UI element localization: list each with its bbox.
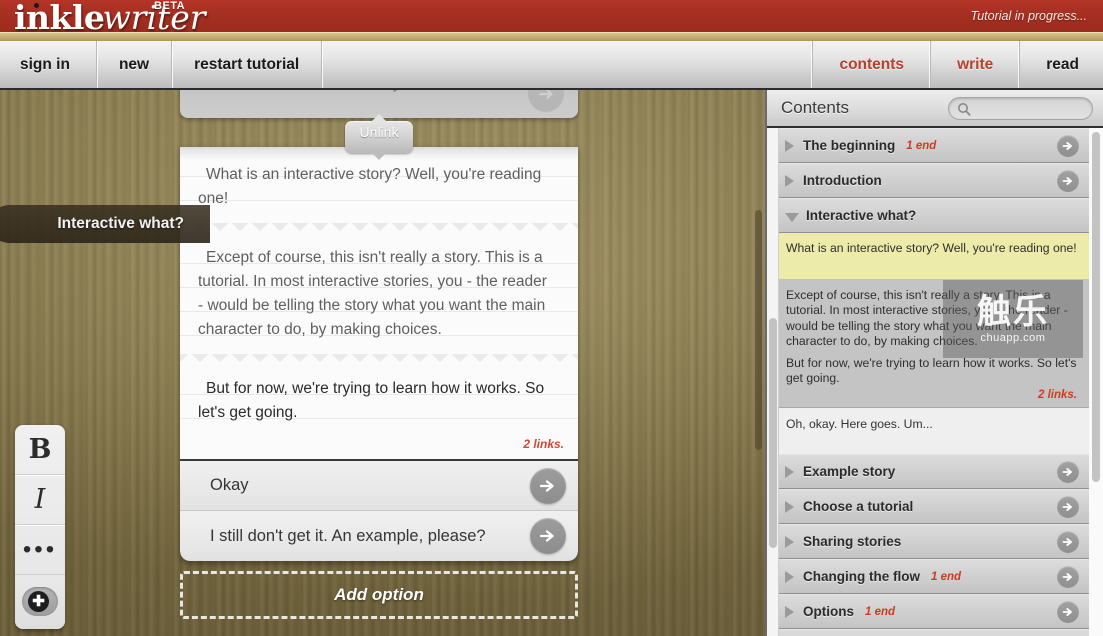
nav-write[interactable]: write	[930, 41, 1019, 88]
nav-sign-in[interactable]: sign in	[0, 41, 97, 88]
option-arrow-icon[interactable]	[530, 518, 566, 554]
contents-sidebar: Contents The beginning 1 end Introductio…	[765, 90, 1103, 636]
main-navbar: sign in new restart tutorial contents wr…	[0, 41, 1103, 90]
sidebar-item-label: Sharing stories	[803, 534, 902, 549]
sidebar-item-changing-the-flow[interactable]: Changing the flow 1 end	[775, 559, 1089, 594]
previous-card-text: What's an interactive story?	[208, 90, 410, 93]
paragraph-separator-1	[180, 223, 578, 236]
sidebar-item-choose-a-tutorial[interactable]: Choose a tutorial	[775, 489, 1089, 524]
nav-read[interactable]: read	[1019, 41, 1103, 88]
chevron-down-icon[interactable]	[785, 212, 799, 222]
story-paragraph-2[interactable]: Except of course, this isn't really a st…	[180, 236, 578, 354]
chevron-right-icon[interactable]	[785, 570, 794, 583]
sidebar-go-arrow-icon[interactable]	[1057, 169, 1079, 192]
sidebar-item-sharing-stories[interactable]: Sharing stories	[775, 524, 1089, 559]
sidebar-item-interactive-what[interactable]: Interactive what?	[775, 198, 1089, 233]
logo-beta-badge: BETA	[154, 0, 186, 12]
story-canvas: What's an interactive story? ➜ Unlink Wh…	[0, 90, 765, 636]
sidebar-item-end-badge: 1 end	[931, 570, 962, 583]
chevron-right-icon[interactable]	[785, 139, 794, 152]
canvas-scrollbar[interactable]	[753, 90, 765, 636]
add-toggle-button[interactable]: ✚	[15, 575, 65, 629]
story-paper-card[interactable]: What is an interactive story? Well, you'…	[180, 147, 578, 461]
sidebar-go-arrow-icon[interactable]	[1057, 460, 1079, 483]
sidebar-item-label: Options	[803, 604, 854, 619]
option-arrow-icon[interactable]	[530, 467, 566, 504]
chevron-right-icon[interactable]	[785, 605, 794, 618]
nav-restart-tutorial[interactable]: restart tutorial	[172, 41, 323, 88]
navbar-right-group: contents write read	[812, 41, 1103, 88]
option-list: Okay I still don't get it. An example, p…	[180, 461, 578, 561]
unlink-container: Unlink	[180, 114, 578, 160]
unlink-button[interactable]: Unlink	[344, 114, 414, 160]
sidebar-go-arrow-icon[interactable]	[1057, 134, 1079, 157]
story-paragraph-1[interactable]: What is an interactive story? Well, you'…	[180, 149, 578, 223]
sidebar-expanded-body-1[interactable]: Except of course, this isn't really a st…	[775, 279, 1089, 352]
sidebar-left-scrollbar-thumb[interactable]	[769, 318, 777, 548]
logo-dot	[34, 3, 39, 8]
sidebar-go-arrow-icon[interactable]	[1057, 495, 1079, 518]
sidebar-expanded-next-node[interactable]: Oh, okay. Here goes. Um...	[775, 406, 1089, 454]
sidebar-search[interactable]	[948, 96, 1093, 120]
add-option-button[interactable]: Add option	[180, 571, 578, 619]
sidebar-contents-list: The beginning 1 end Introduction Interac…	[775, 128, 1089, 636]
sidebar-item-label: Example story	[803, 464, 896, 479]
add-toggle-track: ✚	[22, 587, 58, 616]
sidebar-item-options[interactable]: Options 1 end	[775, 594, 1089, 629]
previous-card-arrow-icon: ➜	[528, 90, 564, 112]
sidebar-right-scrollbar[interactable]	[1089, 128, 1103, 636]
option-row[interactable]: Okay	[180, 461, 578, 511]
search-input[interactable]	[975, 99, 1084, 117]
app-header: inkle writer BETA Tutorial in progress...	[0, 0, 1103, 41]
sidebar-item-label: Interactive what?	[806, 208, 917, 223]
option-label: I still don't get it. An example, please…	[210, 526, 486, 545]
sidebar-item-end-badge: 1 end	[906, 139, 937, 152]
option-label: Okay	[210, 476, 249, 494]
format-toolbar: B I ••• ✚	[15, 425, 65, 629]
sidebar-item-the-contents-list[interactable]: The Contents List	[775, 629, 1089, 636]
sidebar-item-label: The beginning	[803, 138, 896, 153]
tutorial-status-text: Tutorial in progress...	[970, 9, 1087, 23]
sidebar-go-arrow-icon[interactable]	[1057, 565, 1079, 588]
plus-icon: ✚	[28, 591, 49, 612]
sidebar-right-scrollbar-thumb[interactable]	[1092, 132, 1100, 482]
sidebar-item-the-beginning[interactable]: The beginning 1 end	[775, 128, 1089, 163]
chevron-right-icon[interactable]	[785, 500, 794, 513]
sidebar-expanded-body-2[interactable]: But for now, we're trying to learn how i…	[775, 351, 1089, 389]
sidebar-item-introduction[interactable]: Introduction	[775, 163, 1089, 198]
bold-button[interactable]: B	[15, 425, 65, 475]
links-count-note: 2 links.	[180, 437, 578, 461]
italic-button[interactable]: I	[15, 475, 65, 525]
canvas-scrollbar-thumb[interactable]	[755, 210, 762, 450]
sidebar-item-label: Introduction	[803, 173, 882, 188]
nav-new[interactable]: new	[97, 41, 173, 88]
sidebar-item-example-story[interactable]: Example story	[775, 454, 1089, 489]
sidebar-item-label: Changing the flow	[803, 569, 920, 584]
chevron-right-icon[interactable]	[785, 535, 794, 548]
story-paragraph-3[interactable]: But for now, we're trying to learn how i…	[180, 367, 578, 437]
sidebar-expanded-highlight[interactable]: What is an interactive story? Well, you'…	[775, 233, 1089, 280]
more-options-button[interactable]: •••	[15, 525, 65, 575]
chevron-right-icon[interactable]	[785, 465, 794, 478]
sidebar-item-end-badge: 1 end	[865, 605, 896, 618]
sidebar-header: Contents	[767, 90, 1103, 128]
sidebar-expanded-panel: What is an interactive story? Well, you'…	[775, 233, 1089, 454]
sidebar-expanded-links-note: 2 links.	[775, 388, 1089, 407]
story-column: What's an interactive story? ➜ Unlink Wh…	[0, 90, 578, 619]
sidebar-go-arrow-icon[interactable]	[1057, 600, 1079, 623]
chevron-right-icon[interactable]	[785, 174, 794, 187]
sidebar-title: Contents	[781, 98, 850, 117]
search-icon	[957, 102, 971, 116]
option-row[interactable]: I still don't get it. An example, please…	[180, 511, 578, 561]
sidebar-go-arrow-icon[interactable]	[1057, 530, 1079, 553]
app-logo[interactable]: inkle writer BETA	[14, 0, 206, 37]
navbar-left-group: sign in new restart tutorial	[0, 41, 323, 88]
sidebar-item-label: Choose a tutorial	[803, 499, 914, 514]
sidebar-left-scrollbar[interactable]	[767, 128, 779, 636]
logo-ink-text: inkle	[14, 0, 105, 37]
node-tab-interactive-what[interactable]: Interactive what?	[0, 205, 210, 243]
nav-contents[interactable]: contents	[812, 41, 930, 88]
paragraph-separator-2	[180, 354, 578, 367]
